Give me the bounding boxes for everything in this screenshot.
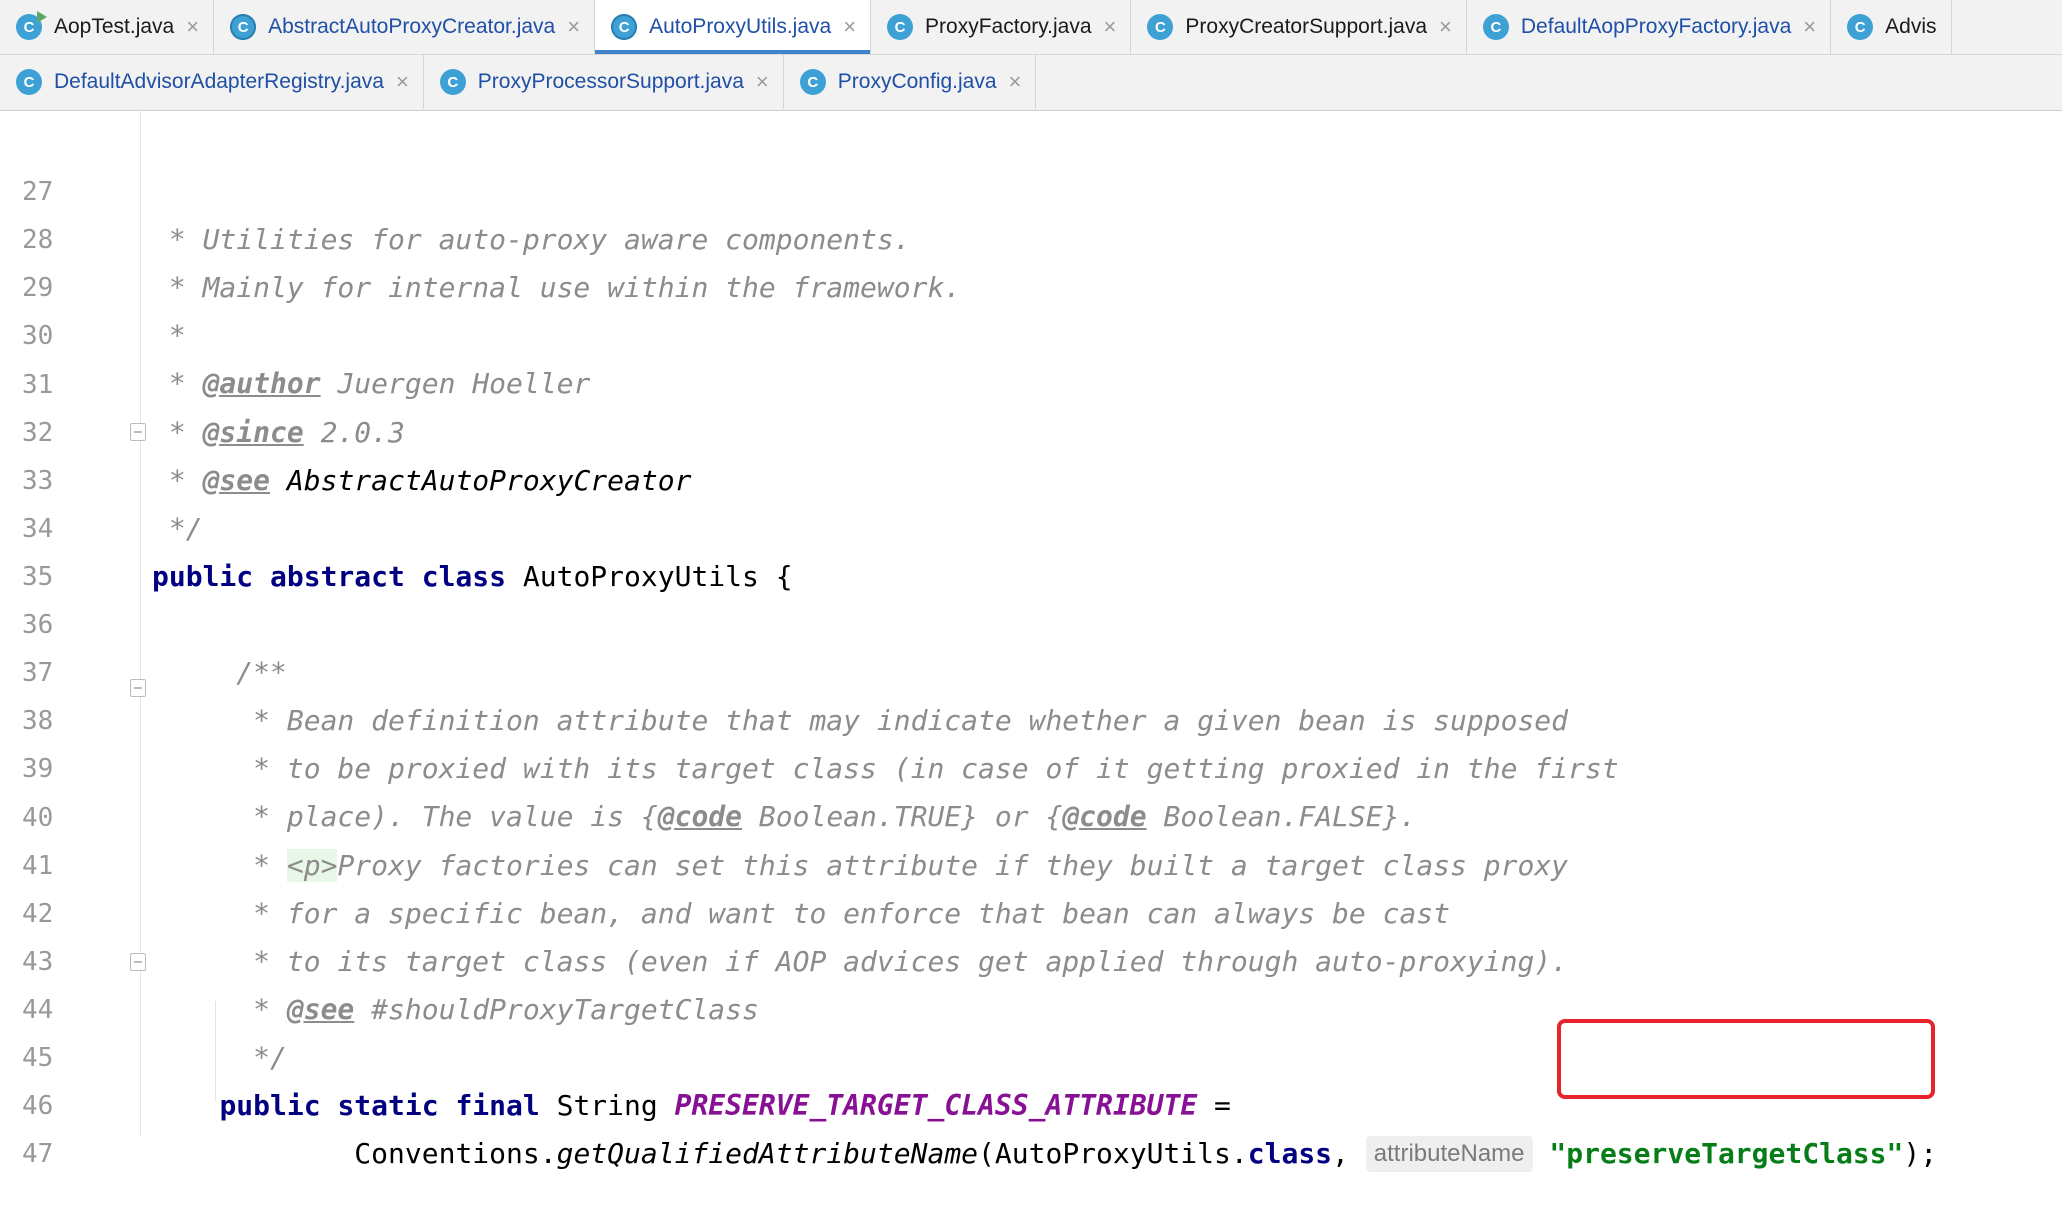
separator: , xyxy=(1332,1137,1366,1170)
abstract-class-icon: C xyxy=(611,14,638,40)
tab-label: AbstractAutoProxyCreator.java xyxy=(268,15,556,38)
tab-label: AutoProxyUtils.java xyxy=(649,15,832,38)
tab-label: ProxyCreatorSupport.java xyxy=(1185,15,1428,38)
close-icon[interactable]: × xyxy=(396,71,409,93)
tab-label: DefaultAdvisorAdapterRegistry.java xyxy=(54,70,384,93)
close-icon[interactable]: × xyxy=(1104,16,1117,38)
class-icon: C xyxy=(1482,14,1509,40)
tab-proxy-factory[interactable]: C ProxyFactory.java × xyxy=(871,0,1132,54)
close-icon[interactable]: × xyxy=(756,71,769,93)
code-line: 31 * @since 2.0.3 xyxy=(0,313,2062,449)
tab-label: ProxyFactory.java xyxy=(925,15,1092,38)
code-line: 35 xyxy=(0,505,2062,592)
tab-auto-proxy-utils[interactable]: C AutoProxyUtils.java × xyxy=(595,0,872,54)
class-icon: C xyxy=(439,69,466,95)
method-name: getQualifiedAttributeName xyxy=(556,1137,979,1170)
code-line: 33 */ xyxy=(0,409,2062,545)
tab-advis[interactable]: C Advis xyxy=(1831,0,1952,54)
code-line: 36 /** xyxy=(0,553,2062,689)
code-line: 38 * to be proxied with its target class… xyxy=(0,649,2062,785)
method-call: Conventions.getQualifiedAttributeName(Au… xyxy=(152,1130,1937,1178)
tab-label: Advis xyxy=(1885,15,1937,38)
close-icon[interactable]: × xyxy=(1439,16,1452,38)
close-icon[interactable]: × xyxy=(843,16,856,38)
tab-row-1: C AopTest.java × C AbstractAutoProxyCreator.… xyxy=(0,0,2062,55)
class-icon: C xyxy=(1147,14,1174,40)
code-line: 42 * to its target class (even if AOP ad… xyxy=(0,842,2062,978)
code-line: 44 */ xyxy=(0,938,2062,1074)
code-line: 32 * @see AbstractAutoProxyCreator xyxy=(0,361,2062,497)
parameter-hint: attributeName xyxy=(1365,1136,1533,1172)
class-run-icon: C xyxy=(16,11,47,40)
close-icon[interactable]: × xyxy=(186,16,199,38)
abstract-class-icon: C xyxy=(230,14,257,40)
class-icon: C xyxy=(887,14,914,40)
code-line: 34 public abstract class AutoProxyUtils … xyxy=(0,457,2062,593)
tab-label: ProxyConfig.java xyxy=(837,70,997,93)
highlight-box xyxy=(1557,1019,1935,1099)
keyword: class xyxy=(1247,1137,1333,1170)
code-line: 27 * Utilities for auto-proxy aware comp… xyxy=(0,120,2062,256)
tab-proxy-processor-support[interactable]: C ProxyProcessorSupport.java × xyxy=(424,55,784,109)
code-line: 37 * Bean definition attribute that may … xyxy=(0,601,2062,737)
class-icon: C xyxy=(799,69,826,95)
code-line: 28 * Mainly for internal use within the … xyxy=(0,168,2062,304)
class-icon: C xyxy=(1847,14,1874,40)
editor-tab-bar: C AopTest.java × C AbstractAutoProxyCreator.… xyxy=(0,0,2062,111)
code-line: 43 * @see #shouldProxyTargetClass xyxy=(0,890,2062,1026)
code-editor[interactable]: 27 * Utilities for auto-proxy aware comp… xyxy=(0,111,2062,1172)
tab-row-2: C DefaultAdvisorAdapterRegistry.java × C Pro… xyxy=(0,55,1037,109)
close-icon[interactable]: × xyxy=(1009,71,1022,93)
tab-proxy-creator-support[interactable]: C ProxyCreatorSupport.java × xyxy=(1131,0,1467,54)
tab-proxy-config[interactable]: C ProxyConfig.java × xyxy=(784,55,1037,109)
tab-aop-test[interactable]: C AopTest.java × xyxy=(0,0,215,54)
code-line: 40 * <p>Proxy factories can set this att… xyxy=(0,746,2062,882)
code-line: 29 * xyxy=(0,216,2062,352)
tab-label: DefaultAopProxyFactory.java xyxy=(1520,15,1792,38)
argument-text: (AutoProxyUtils. xyxy=(978,1137,1248,1170)
code-line: 41 * for a specific bean, and want to en… xyxy=(0,794,2062,930)
tab-label: AopTest.java xyxy=(54,15,175,38)
line-number: 47 xyxy=(22,1139,54,1169)
separator: ); xyxy=(1903,1137,1938,1170)
tab-abstract-auto-proxy-creator[interactable]: C AbstractAutoProxyCreator.java × xyxy=(214,0,596,54)
string-literal: "preserveTargetClass" xyxy=(1549,1137,1904,1170)
code-line: 30 * @author Juergen Hoeller xyxy=(0,264,2062,400)
class-reference: Conventions. xyxy=(354,1137,557,1170)
tab-label: ProxyProcessorSupport.java xyxy=(477,70,744,93)
close-icon[interactable]: × xyxy=(1803,16,1816,38)
class-icon: C xyxy=(16,69,42,95)
tab-default-advisor-adapter-registry[interactable]: C DefaultAdvisorAdapterRegistry.java × xyxy=(0,55,424,109)
tab-default-aop-proxy-factory[interactable]: C DefaultAopProxyFactory.java × xyxy=(1467,0,1832,54)
close-icon[interactable]: × xyxy=(567,16,580,38)
code-line: 39 * place). The value is {@code Boolean… xyxy=(0,697,2062,833)
